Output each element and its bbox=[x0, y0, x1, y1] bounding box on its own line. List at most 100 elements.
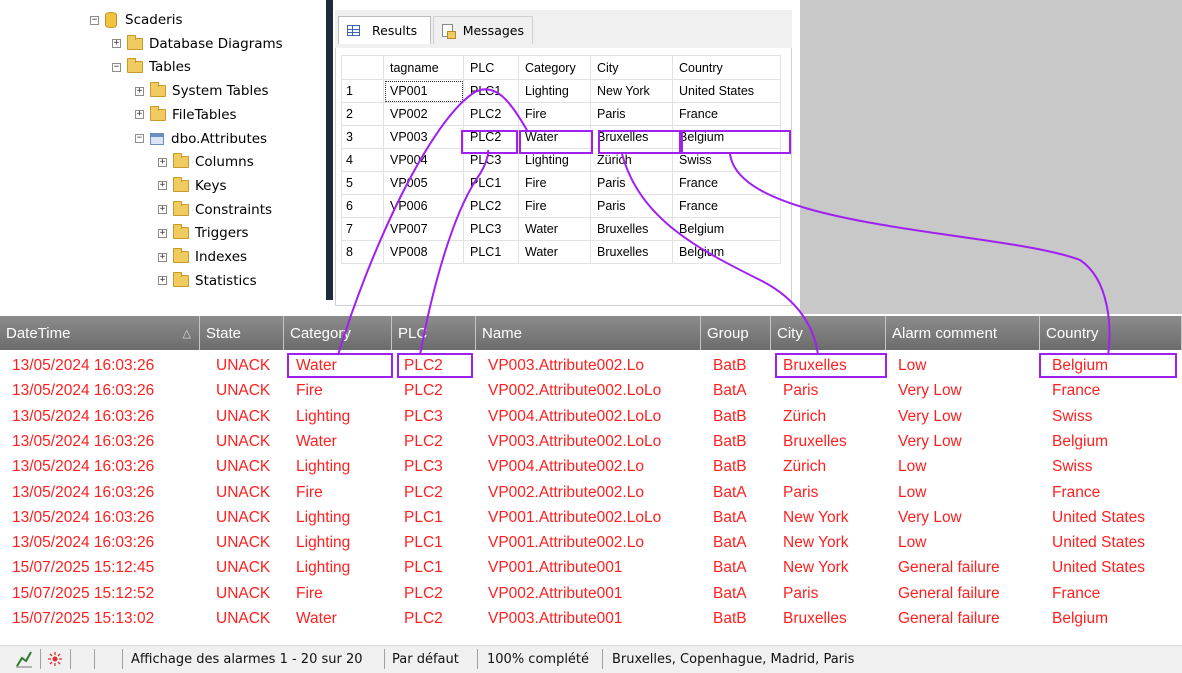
table-cell[interactable]: Belgium bbox=[672, 240, 781, 264]
alarm-column-header[interactable]: Group bbox=[701, 316, 771, 350]
alarm-row[interactable]: 13/05/2024 16:03:26 UNACK Lighting PLC3 VP00… bbox=[0, 454, 1182, 479]
collapse-icon[interactable]: − bbox=[135, 134, 144, 143]
alarm-column-header[interactable]: City bbox=[771, 316, 886, 350]
tree-node[interactable]: + FileTables bbox=[135, 104, 237, 126]
tree-node[interactable]: + Database Diagrams bbox=[112, 33, 283, 55]
alarm-row[interactable]: 13/05/2024 16:03:26 UNACK Fire PLC2 VP002.At… bbox=[0, 378, 1182, 403]
column-header[interactable]: Country bbox=[672, 55, 781, 80]
table-row[interactable]: 6 VP006 PLC2 Fire Paris France bbox=[341, 194, 781, 218]
row-number[interactable]: 2 bbox=[341, 102, 384, 126]
tree-node[interactable]: + Triggers bbox=[158, 222, 249, 244]
row-number[interactable]: 1 bbox=[341, 79, 384, 103]
expand-icon[interactable]: + bbox=[112, 39, 121, 49]
table-row[interactable]: 8 VP008 PLC1 Water Bruxelles Belgium bbox=[341, 240, 781, 264]
expand-icon[interactable]: + bbox=[158, 228, 167, 238]
alarm-column-header[interactable]: Alarm comment bbox=[886, 316, 1040, 350]
table-row[interactable]: 1 VP001 PLC1 Lighting New York United States bbox=[341, 79, 781, 103]
row-number[interactable]: 6 bbox=[341, 194, 384, 218]
column-header[interactable]: Category bbox=[518, 55, 591, 80]
table-cell[interactable]: Bruxelles bbox=[590, 240, 673, 264]
alarm-row[interactable]: 15/07/2025 15:12:45 UNACK Lighting PLC1 VP00… bbox=[0, 555, 1182, 580]
table-cell[interactable]: VP001 bbox=[383, 79, 464, 103]
table-cell[interactable]: Paris bbox=[590, 194, 673, 218]
table-cell[interactable]: Fire bbox=[518, 102, 591, 126]
tab-results[interactable]: Results bbox=[338, 16, 431, 44]
table-cell[interactable]: VP006 bbox=[383, 194, 464, 218]
tree-node[interactable]: − Tables bbox=[112, 56, 191, 78]
table-cell[interactable]: PLC1 bbox=[463, 171, 519, 195]
expand-icon[interactable]: + bbox=[158, 181, 167, 191]
row-number[interactable]: 4 bbox=[341, 148, 384, 172]
alarm-column-header[interactable]: Category bbox=[284, 316, 392, 350]
row-number[interactable]: 3 bbox=[341, 125, 384, 149]
table-cell[interactable]: Lighting bbox=[518, 79, 591, 103]
table-cell[interactable]: VP002 bbox=[383, 102, 464, 126]
table-cell[interactable]: VP004 bbox=[383, 148, 464, 172]
alarm-row[interactable]: 13/05/2024 16:03:26 UNACK Fire PLC2 VP002.At… bbox=[0, 480, 1182, 505]
table-cell[interactable]: Fire bbox=[518, 194, 591, 218]
table-cell[interactable]: Bruxelles bbox=[590, 217, 673, 241]
table-cell[interactable]: Paris bbox=[590, 102, 673, 126]
tree-node[interactable]: − Scaderis bbox=[90, 9, 182, 31]
table-cell[interactable]: VP008 bbox=[383, 240, 464, 264]
alarm-column-header[interactable]: DateTime △ bbox=[0, 316, 200, 350]
table-cell[interactable]: PLC1 bbox=[463, 240, 519, 264]
table-cell[interactable]: PLC2 bbox=[463, 102, 519, 126]
alarm-column-header[interactable]: Country bbox=[1040, 316, 1182, 350]
column-header[interactable]: City bbox=[590, 55, 673, 80]
table-cell[interactable]: Water bbox=[518, 240, 591, 264]
alarm-row[interactable]: 13/05/2024 16:03:26 UNACK Water PLC2 VP003.A… bbox=[0, 353, 1182, 378]
tree-node[interactable]: + Statistics bbox=[158, 270, 257, 292]
expand-icon[interactable]: + bbox=[135, 110, 144, 120]
tree-node[interactable]: + Indexes bbox=[158, 246, 247, 268]
pane-splitter[interactable] bbox=[326, 0, 333, 300]
expand-icon[interactable]: + bbox=[158, 276, 167, 286]
table-cell[interactable]: United States bbox=[672, 79, 781, 103]
table-row[interactable]: 5 VP005 PLC1 Fire Paris France bbox=[341, 171, 781, 195]
expand-icon[interactable]: + bbox=[158, 205, 167, 215]
column-header[interactable]: tagname bbox=[383, 55, 464, 80]
table-cell[interactable]: France bbox=[672, 171, 781, 195]
chart-icon[interactable] bbox=[12, 645, 36, 673]
table-cell[interactable]: Fire bbox=[518, 171, 591, 195]
table-cell[interactable]: Paris bbox=[590, 171, 673, 195]
alarm-row[interactable]: 15/07/2025 15:12:52 UNACK Fire PLC2 VP002.At… bbox=[0, 581, 1182, 606]
table-cell[interactable]: PLC2 bbox=[463, 194, 519, 218]
expand-icon[interactable]: + bbox=[135, 86, 144, 96]
table-cell[interactable]: France bbox=[672, 194, 781, 218]
table-cell[interactable]: VP005 bbox=[383, 171, 464, 195]
table-cell[interactable]: France bbox=[672, 102, 781, 126]
row-number[interactable]: 5 bbox=[341, 171, 384, 195]
alarm-column-header[interactable]: PLC bbox=[392, 316, 476, 350]
tree-node[interactable]: + Constraints bbox=[158, 199, 272, 221]
expand-icon[interactable]: + bbox=[158, 157, 167, 167]
table-cell[interactable]: PLC1 bbox=[463, 79, 519, 103]
table-cell[interactable]: VP003 bbox=[383, 125, 464, 149]
table-cell[interactable]: Belgium bbox=[672, 217, 781, 241]
row-number[interactable]: 8 bbox=[341, 240, 384, 264]
alarm-icon[interactable] bbox=[44, 645, 66, 673]
expand-icon[interactable]: + bbox=[158, 252, 167, 262]
tree-node[interactable]: + Columns bbox=[158, 151, 254, 173]
alarm-row[interactable]: 13/05/2024 16:03:26 UNACK Water PLC2 VP003.A… bbox=[0, 429, 1182, 454]
row-number[interactable]: 7 bbox=[341, 217, 384, 241]
table-row[interactable]: 7 VP007 PLC3 Water Bruxelles Belgium bbox=[341, 217, 781, 241]
alarm-row[interactable]: 13/05/2024 16:03:26 UNACK Lighting PLC3 VP00… bbox=[0, 404, 1182, 429]
collapse-icon[interactable]: − bbox=[90, 15, 99, 25]
table-cell[interactable]: VP007 bbox=[383, 217, 464, 241]
table-cell[interactable]: New York bbox=[590, 79, 673, 103]
alarm-column-header[interactable]: Name bbox=[476, 316, 701, 350]
table-cell[interactable]: Water bbox=[518, 217, 591, 241]
tree-node[interactable]: + System Tables bbox=[135, 80, 269, 102]
alarm-row[interactable]: 13/05/2024 16:03:26 UNACK Lighting PLC1 VP00… bbox=[0, 505, 1182, 530]
alarm-row[interactable]: 15/07/2025 15:13:02 UNACK Water PLC2 VP003.A… bbox=[0, 606, 1182, 631]
alarm-column-header[interactable]: State bbox=[200, 316, 284, 350]
tree-node[interactable]: + Keys bbox=[158, 175, 227, 197]
tree-node[interactable]: − dbo.Attributes bbox=[135, 128, 267, 150]
tab-messages[interactable]: Messages bbox=[433, 16, 533, 44]
table-row[interactable]: 2 VP002 PLC2 Fire Paris France bbox=[341, 102, 781, 126]
collapse-icon[interactable]: − bbox=[112, 62, 121, 72]
column-header[interactable]: PLC bbox=[463, 55, 519, 80]
alarm-row[interactable]: 13/05/2024 16:03:26 UNACK Lighting PLC1 VP00… bbox=[0, 530, 1182, 555]
table-cell[interactable]: PLC3 bbox=[463, 217, 519, 241]
